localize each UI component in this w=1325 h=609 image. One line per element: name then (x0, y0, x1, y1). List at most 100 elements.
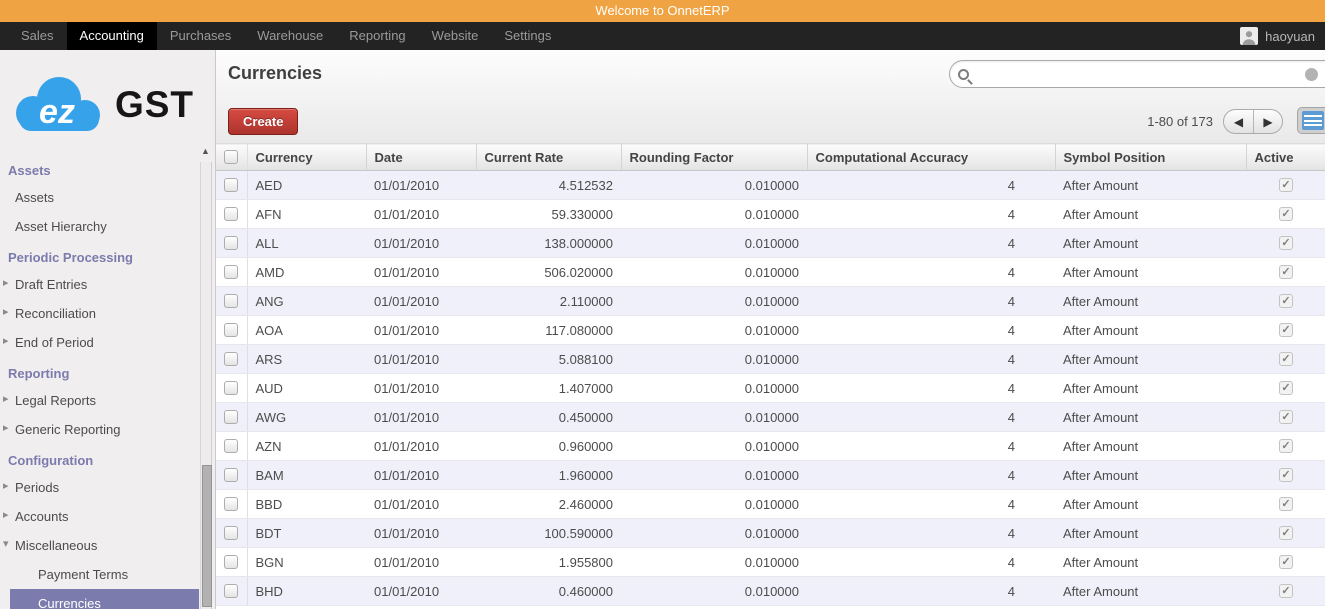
table-row[interactable]: BAM01/01/20101.9600000.0100004After Amou… (216, 461, 1325, 490)
sidebar-section-periodic-processing[interactable]: Periodic Processing (0, 241, 215, 270)
next-page-button[interactable]: ▶ (1253, 110, 1282, 133)
row-checkbox[interactable] (224, 381, 238, 395)
nav-item-warehouse[interactable]: Warehouse (244, 22, 336, 50)
sidebar-item-currencies[interactable]: Currencies (10, 589, 199, 609)
active-checkbox[interactable]: ✓ (1279, 323, 1293, 337)
cell-active: ✓ (1246, 374, 1325, 403)
column-header-symbol-position[interactable]: Symbol Position (1055, 144, 1246, 171)
table-row[interactable]: AWG01/01/20100.4500000.0100004After Amou… (216, 403, 1325, 432)
table-row[interactable]: ANG01/01/20102.1100000.0100004After Amou… (216, 287, 1325, 316)
column-header-computational-accuracy[interactable]: Computational Accuracy (807, 144, 1055, 171)
select-all-checkbox[interactable] (224, 150, 238, 164)
search-icon[interactable] (958, 69, 969, 80)
check-icon: ✓ (1281, 324, 1290, 336)
cell-symbol-position: After Amount (1055, 519, 1246, 548)
row-checkbox[interactable] (224, 207, 238, 221)
row-checkbox[interactable] (224, 439, 238, 453)
active-checkbox[interactable]: ✓ (1279, 265, 1293, 279)
nav-item-purchases[interactable]: Purchases (157, 22, 244, 50)
active-checkbox[interactable]: ✓ (1279, 439, 1293, 453)
table-row[interactable]: BGN01/01/20101.9558000.0100004After Amou… (216, 548, 1325, 577)
cell-accuracy: 4 (807, 461, 1055, 490)
column-header-active[interactable]: Active (1246, 144, 1325, 171)
active-checkbox[interactable]: ✓ (1279, 178, 1293, 192)
row-checkbox[interactable] (224, 526, 238, 540)
nav-item-sales[interactable]: Sales (8, 22, 67, 50)
table-row[interactable]: AED01/01/20104.5125320.0100004After Amou… (216, 171, 1325, 200)
table-row[interactable]: BBD01/01/20102.4600000.0100004After Amou… (216, 490, 1325, 519)
create-button[interactable]: Create (228, 108, 298, 135)
sidebar: ez GST AssetsAssetsAsset HierarchyPeriod… (0, 50, 215, 609)
sidebar-item-generic-reporting[interactable]: ▸Generic Reporting (0, 415, 215, 444)
active-checkbox[interactable]: ✓ (1279, 381, 1293, 395)
search-input[interactable] (975, 67, 1314, 82)
scrollbar-track[interactable] (200, 162, 212, 609)
active-checkbox[interactable]: ✓ (1279, 352, 1293, 366)
cell-currency: AUD (247, 374, 366, 403)
active-checkbox[interactable]: ✓ (1279, 294, 1293, 308)
active-checkbox[interactable]: ✓ (1279, 468, 1293, 482)
table-row[interactable]: ARS01/01/20105.0881000.0100004After Amou… (216, 345, 1325, 374)
sidebar-section-configuration[interactable]: Configuration (0, 444, 215, 473)
user-menu[interactable]: haoyuan (1230, 22, 1325, 50)
sidebar-item-legal-reports[interactable]: ▸Legal Reports (0, 386, 215, 415)
active-checkbox[interactable]: ✓ (1279, 497, 1293, 511)
table-row[interactable]: BHD01/01/20100.4600000.0100004After Amou… (216, 577, 1325, 606)
sidebar-item-asset-hierarchy[interactable]: Asset Hierarchy (0, 212, 215, 241)
row-checkbox[interactable] (224, 555, 238, 569)
caret-right-icon: ▸ (3, 479, 9, 492)
sidebar-section-reporting[interactable]: Reporting (0, 357, 215, 386)
row-checkbox[interactable] (224, 584, 238, 598)
active-checkbox[interactable]: ✓ (1279, 236, 1293, 250)
scroll-up-icon[interactable]: ▲ (201, 146, 210, 156)
nav-item-accounting[interactable]: Accounting (67, 22, 157, 50)
sidebar-item-accounts[interactable]: ▸Accounts (0, 502, 215, 531)
column-header-date[interactable]: Date (366, 144, 476, 171)
row-checkbox[interactable] (224, 323, 238, 337)
row-checkbox[interactable] (224, 410, 238, 424)
sidebar-section-assets[interactable]: Assets (0, 154, 215, 183)
table-row[interactable]: AOA01/01/2010117.0800000.0100004After Am… (216, 316, 1325, 345)
cell-accuracy: 4 (807, 403, 1055, 432)
active-checkbox[interactable]: ✓ (1279, 207, 1293, 221)
sidebar-item-miscellaneous[interactable]: ▾Miscellaneous (0, 531, 215, 560)
row-checkbox[interactable] (224, 468, 238, 482)
active-checkbox[interactable]: ✓ (1279, 555, 1293, 569)
sidebar-item-draft-entries[interactable]: ▸Draft Entries (0, 270, 215, 299)
column-header-current-rate[interactable]: Current Rate (476, 144, 621, 171)
sidebar-item-end-of-period[interactable]: ▸End of Period (0, 328, 215, 357)
sidebar-item-reconciliation[interactable]: ▸Reconciliation (0, 299, 215, 328)
nav-item-settings[interactable]: Settings (491, 22, 564, 50)
table-row[interactable]: AZN01/01/20100.9600000.0100004After Amou… (216, 432, 1325, 461)
scrollbar-thumb[interactable] (202, 465, 212, 607)
search-options-icon[interactable] (1305, 68, 1318, 81)
row-checkbox[interactable] (224, 352, 238, 366)
row-checkbox[interactable] (224, 265, 238, 279)
table-row[interactable]: AMD01/01/2010506.0200000.0100004After Am… (216, 258, 1325, 287)
previous-page-button[interactable]: ◀ (1224, 110, 1253, 133)
active-checkbox[interactable]: ✓ (1279, 584, 1293, 598)
sidebar-item-payment-terms[interactable]: Payment Terms (0, 560, 215, 589)
active-checkbox[interactable]: ✓ (1279, 526, 1293, 540)
nav-item-website[interactable]: Website (419, 22, 492, 50)
cell-symbol-position: After Amount (1055, 490, 1246, 519)
column-header-currency[interactable]: Currency (247, 144, 366, 171)
list-view-button[interactable] (1297, 107, 1325, 134)
table-row[interactable]: BDT01/01/2010100.5900000.0100004After Am… (216, 519, 1325, 548)
sidebar-item-periods[interactable]: ▸Periods (0, 473, 215, 502)
table-row[interactable]: ALL01/01/2010138.0000000.0100004After Am… (216, 229, 1325, 258)
nav-item-reporting[interactable]: Reporting (336, 22, 418, 50)
row-checkbox[interactable] (224, 178, 238, 192)
table-row[interactable]: AFN01/01/201059.3300000.0100004After Amo… (216, 200, 1325, 229)
sidebar-item-assets[interactable]: Assets (0, 183, 215, 212)
row-checkbox[interactable] (224, 497, 238, 511)
caret-down-icon: ▾ (3, 537, 9, 550)
row-checkbox[interactable] (224, 236, 238, 250)
cell-date: 01/01/2010 (366, 519, 476, 548)
column-header-rounding-factor[interactable]: Rounding Factor (621, 144, 807, 171)
cell-accuracy: 4 (807, 345, 1055, 374)
row-checkbox[interactable] (224, 294, 238, 308)
content-header: Currencies Create 1-80 of 173 ◀ ▶ (216, 50, 1325, 143)
table-row[interactable]: AUD01/01/20101.4070000.0100004After Amou… (216, 374, 1325, 403)
active-checkbox[interactable]: ✓ (1279, 410, 1293, 424)
